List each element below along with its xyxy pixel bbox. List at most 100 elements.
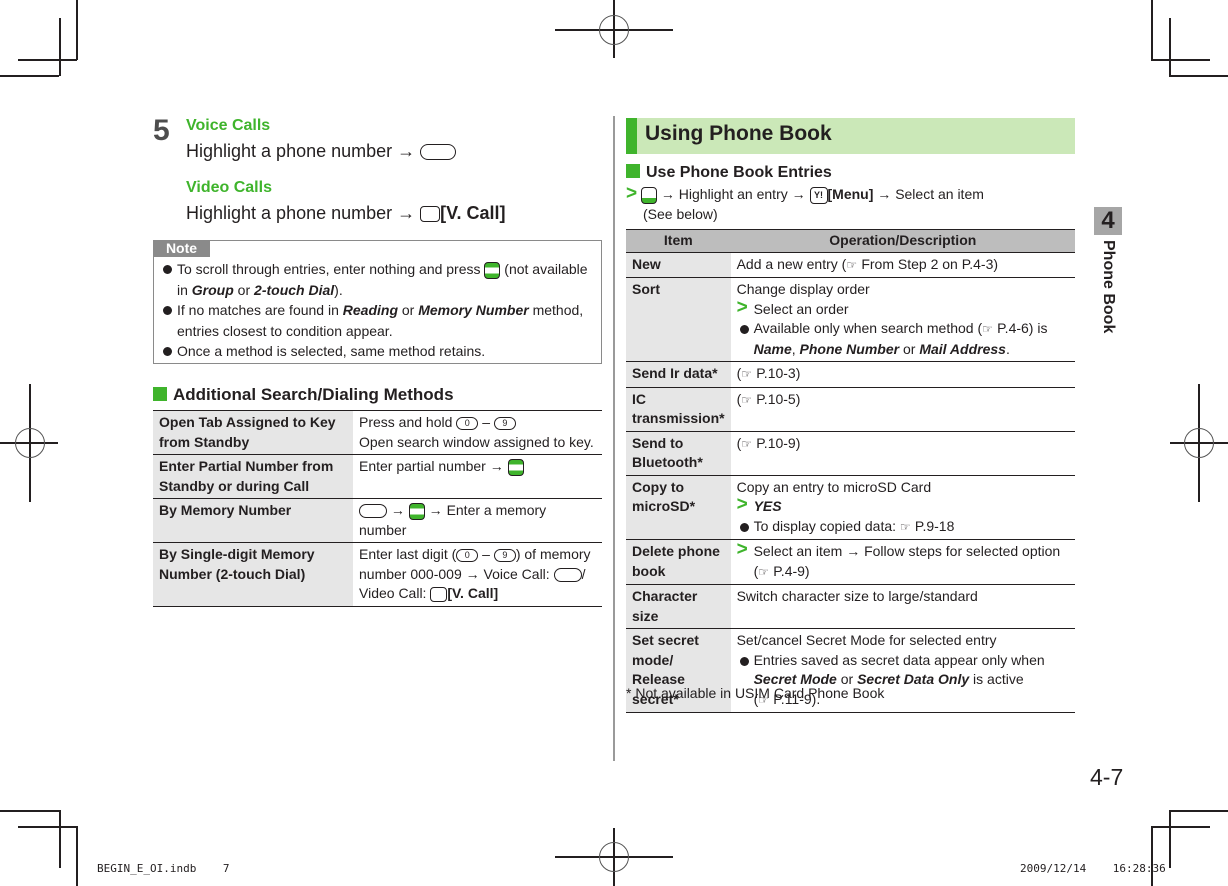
- use-entries-heading: Use Phone Book Entries: [626, 164, 832, 182]
- bullet-icon: [163, 265, 172, 274]
- desc-text: P.10-9): [756, 434, 801, 451]
- desc-term: Name: [753, 340, 792, 357]
- note-text: or: [398, 302, 419, 318]
- row-desc: Enter last digit (0 – 9) of memory numbe…: [353, 542, 602, 607]
- desc-text: Enter last digit (: [359, 546, 457, 562]
- row-desc: Copy an entry to microSD Card > YES To di…: [730, 474, 1075, 540]
- desc-text: P.4-9): [773, 562, 810, 579]
- reference-icon: ☞: [899, 519, 911, 534]
- desc-text: P.4-6) is: [997, 320, 1048, 336]
- instr-text: (See below): [643, 206, 718, 222]
- table-row: Open Tab Assigned to Key from Standby Pr…: [153, 410, 602, 455]
- desc-text: Follow steps for selected option: [864, 543, 1061, 559]
- video-calls-heading: Video Calls: [186, 179, 272, 196]
- reference-icon: ☞: [741, 392, 753, 407]
- desc-text: Change display order: [736, 281, 870, 297]
- heading-text: Additional Search/Dialing Methods: [173, 385, 454, 404]
- desc-text: –: [482, 414, 490, 430]
- row-desc: > Select an item → Follow steps for selec…: [730, 539, 1075, 585]
- table-row: Sort Change display order > Select an ord…: [626, 277, 1075, 362]
- desc-text: Available only when search method (: [753, 320, 983, 336]
- note-list: To scroll through entries, enter nothing…: [160, 259, 600, 362]
- row-desc: → → Enter a memory number: [353, 498, 602, 543]
- desc-text: Entries saved as secret data appear only…: [753, 651, 1045, 668]
- bullet-icon: [163, 347, 172, 356]
- desc-text: P.10-5): [756, 390, 801, 407]
- call-key-icon: [359, 504, 387, 519]
- note-term: Memory Number: [418, 302, 529, 318]
- slug-datetime: 2009/12/14 16:28:36: [1020, 862, 1166, 875]
- section-title: Using Phone Book: [645, 122, 832, 145]
- slug-filename: BEGIN_E_OI.indb 7: [97, 862, 230, 875]
- reference-icon: ☞: [758, 564, 770, 579]
- desc-text: is active: [969, 671, 1024, 687]
- step-arrow-icon: >: [736, 494, 748, 515]
- desc-text: From Step 2 on P.4-3): [861, 255, 999, 272]
- desc-text: Video Call:: [359, 585, 427, 601]
- softkey-label: [V. Call]: [447, 585, 499, 601]
- additional-methods-table: Open Tab Assigned to Key from Standby Pr…: [153, 410, 602, 607]
- note-text: To scroll through entries, enter nothing…: [177, 261, 481, 277]
- call-key-icon: [420, 144, 457, 161]
- row-desc: (☞ P.10-3): [730, 361, 1075, 387]
- desc-text: Enter partial number: [359, 458, 486, 474]
- note-text: Once a method is selected, same method r…: [177, 343, 486, 359]
- heading-text: Use Phone Book Entries: [646, 164, 832, 181]
- nav-key-icon: [507, 458, 524, 476]
- arrow-icon: →: [397, 141, 416, 161]
- phone-book-menu-table: Item Operation/Description New Add a new…: [626, 229, 1075, 713]
- column-header-item: Item: [626, 229, 731, 252]
- row-desc: Enter partial number →: [353, 454, 602, 499]
- desc-text: Open search window assigned to key.: [359, 433, 594, 450]
- desc-text: –: [482, 546, 490, 562]
- note-item: Once a method is selected, same method r…: [160, 341, 600, 362]
- arrow-icon: →: [390, 502, 405, 518]
- phonebook-key-icon: [641, 186, 657, 204]
- instr-text: Highlight an entry: [678, 186, 788, 202]
- bullet-icon: [739, 522, 749, 532]
- page-number: 4-7: [1090, 764, 1124, 790]
- row-desc: Switch character size to large/standard: [730, 584, 1075, 629]
- instruction-text: Highlight a phone number: [186, 203, 393, 223]
- row-desc: Add a new entry (☞ From Step 2 on P.4-3): [730, 251, 1075, 278]
- step-line: > Select an item → Follow steps for selec…: [736, 539, 1069, 582]
- step-line: > YES: [736, 494, 1069, 517]
- note-text: or: [233, 281, 255, 298]
- call-key-icon: [553, 567, 582, 582]
- desc-text: Add a new entry (: [736, 255, 847, 272]
- desc-text: P.9-18: [914, 517, 955, 534]
- desc-term: Phone Number: [799, 340, 900, 357]
- step-line: > Select an order: [736, 296, 1069, 320]
- step-arrow-icon: >: [736, 296, 748, 318]
- note-term: 2-touch Dial: [254, 281, 335, 298]
- row-label: Enter Partial Number from Standby or dur…: [153, 454, 353, 499]
- bullet-line: Available only when search method (☞ P.4-…: [737, 319, 1069, 359]
- desc-text: Set/cancel Secret Mode for selected entr…: [736, 632, 997, 648]
- voice-calls-heading: Voice Calls: [186, 117, 271, 134]
- row-desc: (☞ P.10-5): [730, 386, 1075, 431]
- arrow-icon: →: [846, 543, 861, 559]
- footnote: * Not available in USIM Card Phone Book: [626, 685, 885, 701]
- key-0-icon: 0: [456, 416, 479, 430]
- note-text: If no matches are found in: [177, 302, 343, 318]
- section-title-bar: Using Phone Book: [626, 118, 1075, 154]
- row-item: New: [626, 251, 731, 278]
- additional-methods-heading: Additional Search/Dialing Methods: [153, 385, 454, 405]
- step-arrow-icon: >: [736, 539, 748, 560]
- desc-text: P.10-3): [756, 365, 801, 381]
- table-row: New Add a new entry (☞ From Step 2 on P.4…: [626, 251, 1075, 278]
- note-text: ).: [334, 281, 343, 298]
- reference-icon: ☞: [741, 367, 753, 381]
- instruction-text: Highlight a phone number: [186, 141, 393, 161]
- nav-key-icon: [484, 261, 501, 279]
- desc-text: To display copied data:: [753, 517, 900, 534]
- mail-key-icon: [430, 586, 448, 602]
- use-entries-instruction: > → Highlight an entry → Y! [Menu] → Sele…: [626, 184, 984, 224]
- arrow-icon: →: [877, 186, 892, 202]
- table-header-row: Item Operation/Description: [626, 229, 1075, 252]
- note-term: Group: [191, 281, 234, 298]
- desc-text: Enter a memory number: [359, 502, 547, 538]
- arrow-icon: →: [428, 502, 443, 518]
- row-item: Send Ir data*: [626, 361, 731, 387]
- reference-icon: ☞: [846, 257, 858, 272]
